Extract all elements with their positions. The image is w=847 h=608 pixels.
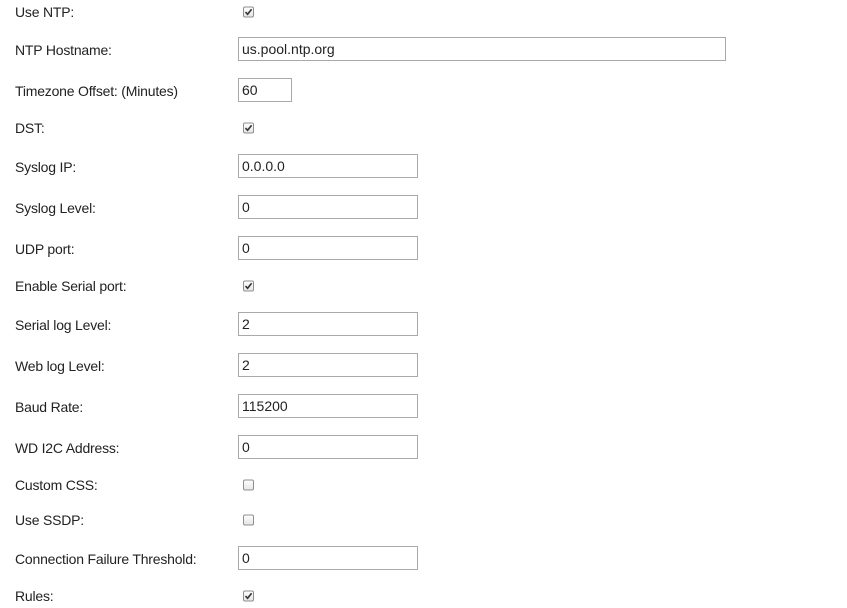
- enable-serial-port-checkbox[interactable]: [243, 280, 254, 292]
- row-use-ntp: Use NTP:: [0, 0, 847, 25]
- wd-i2c-address-input[interactable]: [238, 435, 418, 459]
- syslog-ip-label: Syslog IP:: [15, 159, 77, 175]
- row-enable-serial-port: Enable Serial port:: [0, 273, 847, 299]
- use-ssdp-checkbox[interactable]: [243, 514, 254, 526]
- serial-log-level-input[interactable]: [238, 312, 418, 336]
- checkmark-icon: [244, 592, 253, 600]
- timezone-offset-input[interactable]: [238, 78, 292, 102]
- row-serial-log-level: Serial log Level:: [0, 312, 847, 338]
- dst-checkbox[interactable]: [243, 122, 254, 134]
- row-custom-css: Custom CSS:: [0, 472, 847, 498]
- checkmark-icon: [244, 124, 253, 132]
- use-ntp-checkbox[interactable]: [243, 6, 254, 18]
- baud-rate-label: Baud Rate:: [15, 399, 84, 415]
- use-ntp-label: Use NTP:: [15, 4, 75, 20]
- dst-label: DST:: [15, 120, 45, 136]
- enable-serial-port-label: Enable Serial port:: [15, 278, 127, 294]
- row-ntp-hostname: NTP Hostname:: [0, 37, 847, 63]
- row-dst: DST:: [0, 115, 847, 141]
- baud-rate-input[interactable]: [238, 394, 418, 418]
- custom-css-label: Custom CSS:: [15, 477, 98, 493]
- syslog-level-input[interactable]: [238, 195, 418, 219]
- row-use-ssdp: Use SSDP:: [0, 507, 847, 533]
- wd-i2c-address-label: WD I2C Address:: [15, 440, 120, 456]
- row-timezone-offset: Timezone Offset: (Minutes): [0, 78, 847, 104]
- ntp-hostname-input[interactable]: [238, 37, 726, 61]
- row-udp-port: UDP port:: [0, 236, 847, 262]
- use-ssdp-label: Use SSDP:: [15, 512, 84, 528]
- row-web-log-level: Web log Level:: [0, 353, 847, 379]
- syslog-ip-input[interactable]: [238, 154, 418, 178]
- syslog-level-label: Syslog Level:: [15, 200, 96, 216]
- row-wd-i2c-address: WD I2C Address:: [0, 435, 847, 461]
- row-syslog-ip: Syslog IP:: [0, 154, 847, 180]
- serial-log-level-label: Serial log Level:: [15, 317, 112, 333]
- rules-checkbox[interactable]: [243, 590, 254, 602]
- checkmark-icon: [244, 8, 253, 16]
- row-syslog-level: Syslog Level:: [0, 195, 847, 221]
- udp-port-input[interactable]: [238, 236, 418, 260]
- udp-port-label: UDP port:: [15, 241, 75, 257]
- web-log-level-input[interactable]: [238, 353, 418, 377]
- connection-failure-threshold-label: Connection Failure Threshold:: [15, 551, 197, 567]
- row-rules: Rules:: [0, 583, 847, 608]
- web-log-level-label: Web log Level:: [15, 358, 105, 374]
- row-baud-rate: Baud Rate:: [0, 394, 847, 420]
- row-connection-failure-threshold: Connection Failure Threshold:: [0, 546, 847, 572]
- checkmark-icon: [244, 282, 253, 290]
- rules-label: Rules:: [15, 588, 54, 604]
- custom-css-checkbox[interactable]: [243, 479, 254, 491]
- timezone-offset-label: Timezone Offset: (Minutes): [15, 83, 178, 99]
- connection-failure-threshold-input[interactable]: [238, 546, 418, 570]
- settings-form: Use NTP: NTP Hostname: Timezone Offset: …: [0, 0, 847, 608]
- ntp-hostname-label: NTP Hostname:: [15, 42, 112, 58]
